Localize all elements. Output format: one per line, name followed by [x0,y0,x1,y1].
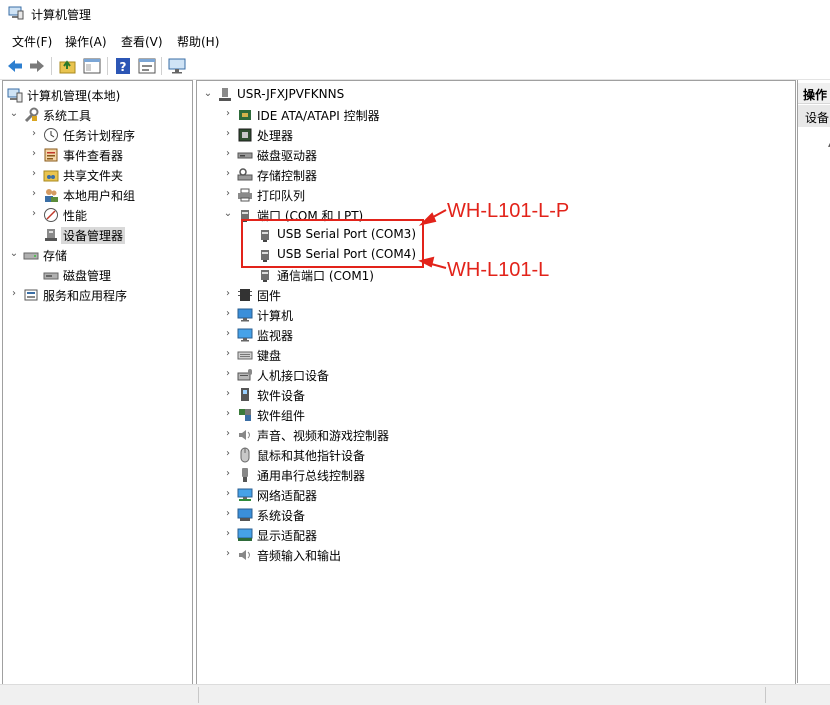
show-hide-tree-icon[interactable] [82,56,102,76]
expand-chevron-icon[interactable]: › [29,209,39,219]
expand-chevron-icon[interactable]: › [223,129,233,139]
expand-chevron-icon[interactable]: › [223,389,233,399]
expand-chevron-icon[interactable]: › [223,429,233,439]
computer-management-icon [7,87,23,103]
monitor-icon[interactable] [167,56,187,76]
menu-action[interactable]: 操作(A) [65,33,107,50]
expand-chevron-icon[interactable]: › [223,169,233,179]
monitor-icon [237,327,253,343]
expand-chevron-icon[interactable]: › [223,189,233,199]
expand-chevron-icon[interactable]: › [223,449,233,459]
expand-chevron-icon[interactable]: › [223,329,233,339]
forward-arrow-icon[interactable] [27,56,47,76]
title-bar: 计算机管理 [0,0,830,28]
usb-icon [237,467,253,483]
storage-controller-icon [237,167,253,183]
shared-folder-icon [43,167,59,183]
expand-chevron-icon[interactable]: › [223,149,233,159]
speaker-icon [237,427,253,443]
collapse-chevron-icon[interactable]: ⌄ [9,249,19,259]
audio-io-icon [237,547,253,563]
software-component-icon [237,407,253,423]
help-icon[interactable]: ? [113,56,133,76]
printer-icon [237,187,253,203]
communication-port-icon [257,267,273,283]
tools-icon [23,107,39,123]
menu-view[interactable]: 查看(V) [121,33,163,50]
device-tree-pane: ⌄ USR-JFXJPVFKNNS › IDE ATA/ATAPI 控制器 › … [196,80,796,685]
display-adapter-icon [237,527,253,543]
keyboard-icon [237,347,253,363]
storage-icon [23,247,39,263]
expand-chevron-icon[interactable]: › [9,289,19,299]
annotation-label-top: WH-L101-L-P [447,200,570,222]
properties-icon[interactable] [137,56,157,76]
annotation-arrowhead-bottom [418,256,435,268]
expand-chevron-icon[interactable]: › [29,149,39,159]
hid-icon [237,367,253,383]
collapse-chevron-icon[interactable]: ⌄ [9,109,19,119]
expand-chevron-icon[interactable]: › [223,549,233,559]
users-icon [43,187,59,203]
actions-pane: 操作 设备 ▴ [797,80,830,683]
services-icon [23,287,39,303]
menu-file[interactable]: 文件(F) [12,33,52,50]
up-folder-icon[interactable] [58,56,78,76]
expand-chevron-icon[interactable]: › [223,109,233,119]
collapse-chevron-icon[interactable]: ⌄ [203,89,213,99]
collapse-chevron-icon[interactable]: ⌄ [223,209,233,219]
menu-bar: 文件(F) 操作(A) 查看(V) 帮助(H) [0,30,830,52]
event-viewer-icon [43,147,59,163]
expand-chevron-icon[interactable]: › [223,529,233,539]
computer-icon [237,307,253,323]
expand-chevron-icon[interactable]: › [29,169,39,179]
status-divider [765,687,766,703]
disk-management-icon [43,267,59,283]
status-bar [0,684,830,705]
expand-chevron-icon[interactable]: › [223,509,233,519]
toolbar: ? [0,53,830,80]
expand-chevron-icon[interactable]: › [29,129,39,139]
annotation-arrowhead-top [418,212,437,226]
performance-icon [43,207,59,223]
menu-help[interactable]: 帮助(H) [177,33,219,50]
software-device-icon [237,387,253,403]
annotation-highlight-box [241,219,424,268]
toolbar-separator [107,57,108,75]
expand-chevron-icon[interactable]: › [223,289,233,299]
firmware-icon [237,287,253,303]
computer-icon [217,87,233,103]
computer-management-icon [8,6,24,20]
annotation-label-bottom: WH-L101-L [447,259,550,281]
expand-chevron-icon[interactable]: › [223,349,233,359]
disk-drive-icon [237,147,253,163]
clock-icon [43,127,59,143]
svg-text:?: ? [120,60,127,74]
expand-chevron-icon[interactable]: › [223,309,233,319]
mouse-icon [237,447,253,463]
expand-chevron-icon[interactable]: › [223,469,233,479]
actions-header: 操作 [798,83,830,104]
back-arrow-icon[interactable] [5,56,25,76]
toolbar-separator [51,57,52,75]
expand-chevron-icon[interactable]: › [223,369,233,379]
network-adapter-icon [237,487,253,503]
expand-chevron-icon[interactable]: › [29,189,39,199]
status-divider [198,687,199,703]
window-title: 计算机管理 [31,8,92,22]
toolbar-separator [161,57,162,75]
expand-chevron-icon[interactable]: › [223,489,233,499]
system-device-icon [237,507,253,523]
ide-controller-icon [237,107,253,123]
processor-icon [237,127,253,143]
console-tree-pane: 计算机管理(本地) ⌄ 系统工具 › 任务计划程序 › 事件查看器 › 共享文件… [2,80,193,685]
actions-item-device-manager[interactable]: 设备 [798,105,830,127]
device-manager-icon [43,227,59,243]
expand-chevron-icon[interactable]: › [223,409,233,419]
